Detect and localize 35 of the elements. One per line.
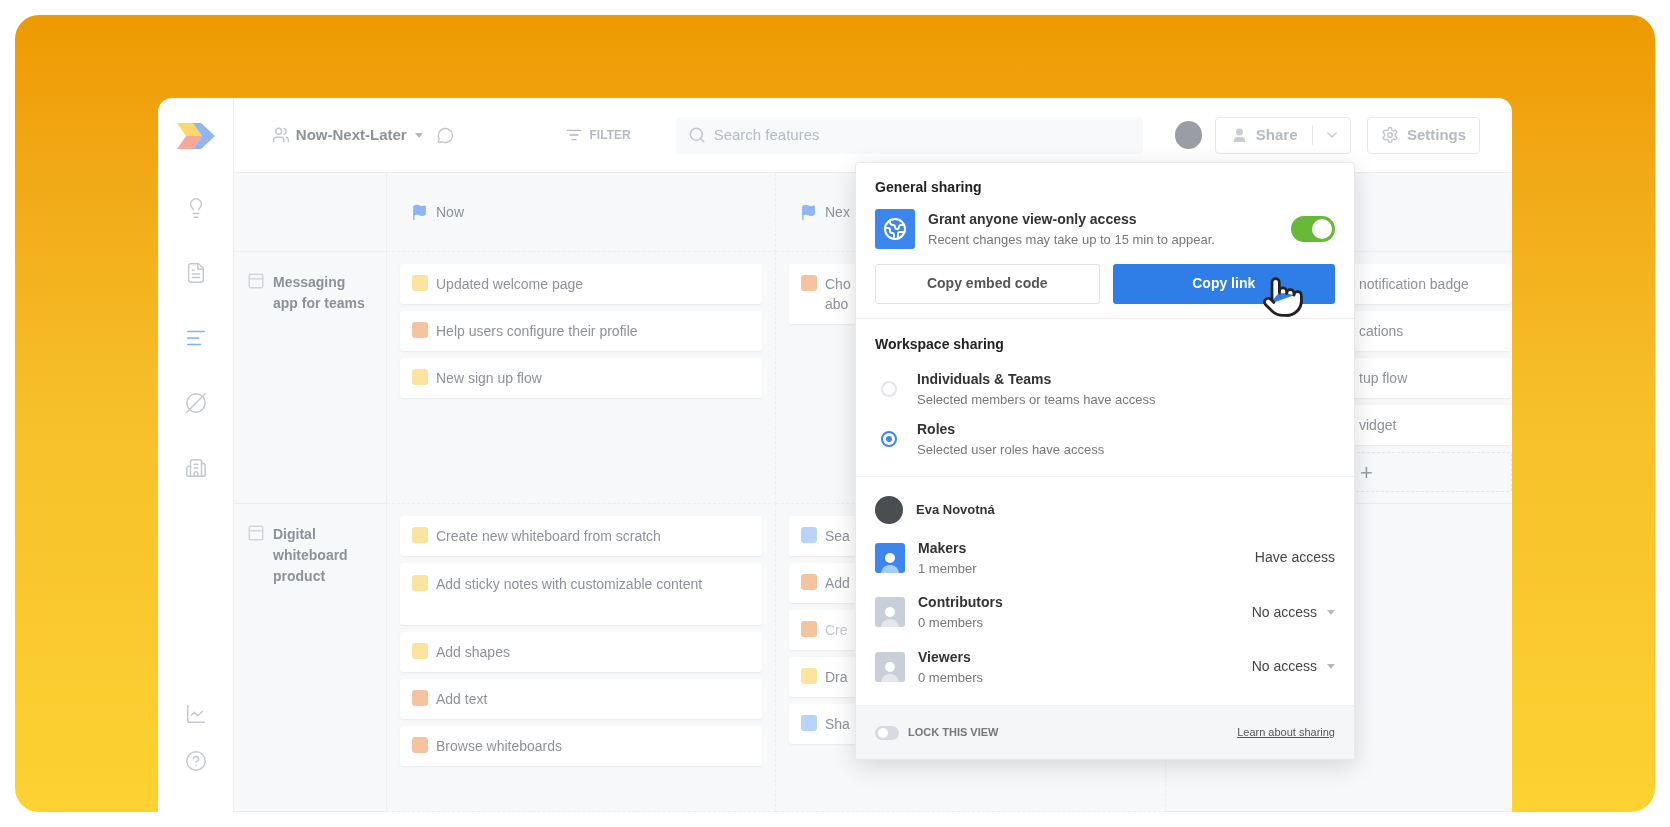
card-title: New sign up flow — [436, 369, 542, 388]
card-title: Browse whiteboards — [436, 737, 563, 756]
lock-label: LOCK THIS VIEW — [908, 725, 999, 741]
member-count: 1 member — [918, 559, 978, 578]
owner-name: Eva Novotná — [916, 500, 995, 519]
card-title: Sha — [825, 715, 850, 734]
card-title: Sea — [825, 527, 850, 546]
section-title: General sharing — [875, 178, 983, 197]
card-title: Updated welcome page — [436, 275, 584, 294]
share-label: Share — [1255, 124, 1298, 145]
card-title: Cre — [825, 621, 848, 640]
card-title: Add — [825, 574, 850, 593]
card-title: vidget — [1359, 416, 1397, 435]
option-title: Grant anyone view-only access — [928, 210, 1138, 229]
card-title: Add sticky notes with customizable content — [436, 575, 703, 594]
section-title: Workspace sharing — [875, 334, 1005, 354]
option-title: Roles — [917, 420, 957, 439]
member-count: 0 members — [918, 668, 985, 687]
card-title: Dra — [825, 668, 848, 687]
role-name: Makers — [918, 538, 968, 558]
option-subtitle: Selected members or teams have access — [917, 390, 1156, 409]
member-count: 0 members — [918, 614, 985, 632]
role-name: Contributors — [918, 593, 1004, 612]
option-subtitle: Recent changes may take up to 15 min to appear. — [928, 231, 1216, 249]
card-title: Add shapes — [436, 643, 510, 662]
card-title: cations — [1359, 322, 1404, 341]
card-title: Cho abo — [825, 275, 851, 314]
card-title: Create new whiteboard from scratch — [436, 527, 661, 546]
card-title: Add text — [436, 690, 488, 709]
card-title: Help users configure their profile — [436, 322, 638, 341]
card-title: tup flow — [1359, 369, 1408, 388]
role-name: Viewers — [918, 647, 972, 667]
option-title: Individuals & Teams — [917, 369, 1053, 389]
option-subtitle: Selected user roles have access — [917, 441, 1105, 459]
card-title: notification badge — [1359, 275, 1469, 294]
